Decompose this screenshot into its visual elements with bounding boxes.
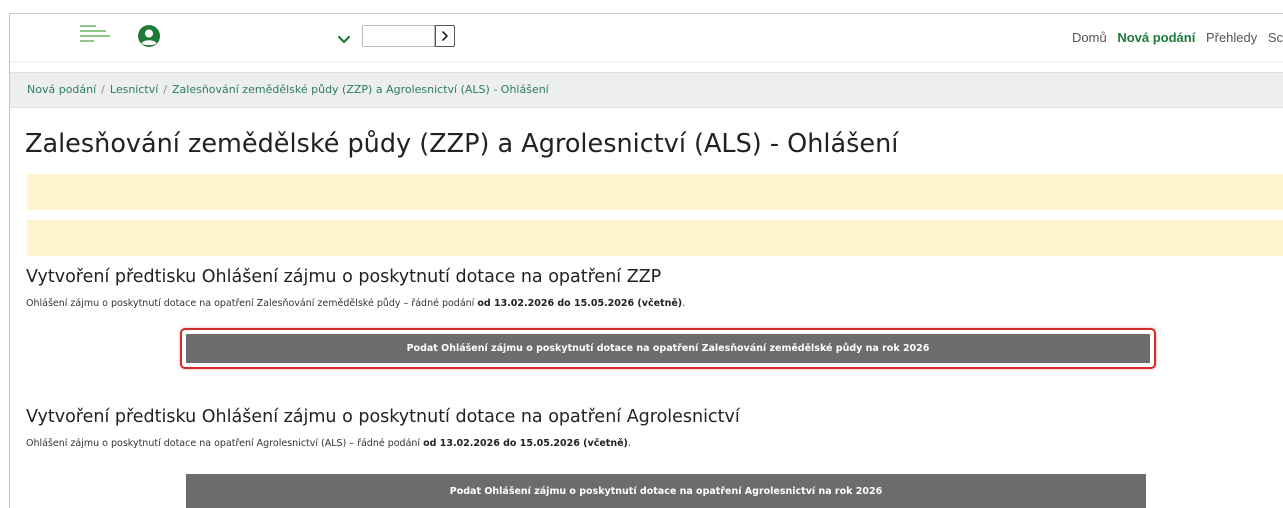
description-suffix: .	[627, 438, 631, 449]
farm-go-button[interactable]	[435, 25, 455, 47]
nav-item-overviews[interactable]: Přehledy	[1206, 30, 1257, 45]
highlighted-button-frame: Podat Ohlášení zájmu o poskytnutí dotace…	[180, 328, 1156, 369]
notice-banner	[27, 174, 1283, 210]
breadcrumb-item-new-submissions[interactable]: Nová podání	[27, 83, 96, 96]
nav-item-inbox[interactable]: Schránka	[1268, 30, 1283, 45]
notice-banner	[27, 220, 1283, 256]
nav-item-home[interactable]: Domů	[1072, 30, 1107, 45]
description-text: Ohlášení zájmu o poskytnutí dotace na op…	[26, 298, 478, 309]
top-header: Domů Nová podání Přehledy Schránka	[10, 14, 1283, 61]
user-avatar[interactable]	[137, 24, 161, 48]
app-window: Domů Nová podání Přehledy Schránka Nová …	[9, 13, 1283, 508]
submit-als-button[interactable]: Podat Ohlášení zájmu o poskytnutí dotace…	[186, 474, 1146, 508]
farm-dropdown-toggle[interactable]	[337, 30, 351, 44]
description-text: Ohlášení zájmu o poskytnutí dotace na op…	[26, 438, 424, 449]
user-circle-icon	[138, 25, 160, 47]
section-description-als: Ohlášení zájmu o poskytnutí dotace na op…	[26, 438, 631, 449]
breadcrumb-separator: /	[101, 83, 105, 96]
main-nav: Domů Nová podání Přehledy Schránka	[1072, 30, 1283, 45]
page-title: Zalesňování zemědělské půdy (ZZP) a Agro…	[25, 129, 899, 159]
deadline-text: od 13.02.2026 do 15.05.2026 (včetně)	[477, 298, 683, 309]
description-suffix: .	[682, 298, 686, 309]
section-title-zzp: Vytvoření předtisku Ohlášení zájmu o pos…	[26, 267, 662, 287]
breadcrumb-separator: /	[163, 83, 167, 96]
farm-search-input[interactable]	[362, 25, 435, 47]
section-description-zzp: Ohlášení zájmu o poskytnutí dotace na op…	[26, 298, 685, 309]
nav-item-new-submissions[interactable]: Nová podání	[1117, 30, 1195, 45]
chevron-right-icon	[442, 31, 448, 41]
logo-icon	[80, 25, 110, 42]
breadcrumb: Nová podání / Lesnictví / Zalesňování zemědě…	[10, 72, 1283, 108]
breadcrumb-item-forestry[interactable]: Lesnictví	[110, 83, 158, 96]
submit-zzp-button[interactable]: Podat Ohlášení zájmu o poskytnutí dotace…	[186, 334, 1150, 363]
deadline-text: od 13.02.2026 do 15.05.2026 (včetně)	[423, 438, 628, 449]
szif-logo[interactable]	[80, 23, 124, 53]
breadcrumb-item-current[interactable]: Zalesňování zemědělské půdy (ZZP) a Agro…	[172, 83, 549, 96]
chevron-down-icon	[337, 35, 351, 44]
section-title-als: Vytvoření předtisku Ohlášení zájmu o pos…	[26, 407, 740, 427]
